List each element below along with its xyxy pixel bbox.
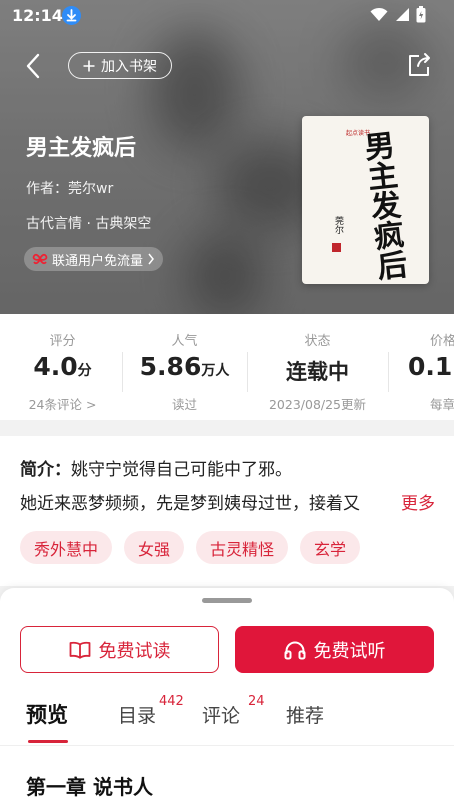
bottom-sheet: 免费试读 免费试听 预览 目录 442 评论 24 推荐 第一章 说书人 — [0, 588, 454, 807]
battery-icon — [416, 6, 426, 27]
stat-value: 0.12 — [408, 352, 454, 381]
tag-chip[interactable]: 女强 — [124, 531, 185, 564]
tag-chip[interactable]: 古灵精怪 — [196, 531, 289, 564]
share-button[interactable] — [406, 52, 432, 78]
book-intro: 简介：姚守宁觉得自己可能中了邪。 她近来恶梦频频，先是梦到姨母过世，接着又 更多… — [0, 436, 454, 586]
intro-text-2: 她近来恶梦频频，先是梦到姨母过世，接着又 — [20, 494, 360, 514]
sheet-drag-handle[interactable] — [202, 598, 252, 603]
status-bar: 12:14 — [0, 0, 454, 34]
add-to-shelf-button[interactable]: 加入书架 — [68, 52, 172, 79]
stat-status: 状态 连载中 2023/08/25更新 — [255, 314, 380, 420]
author-name: 莞尔wr — [68, 181, 114, 197]
free-listen-label: 免费试听 — [313, 640, 386, 662]
intro-line-1: 简介：姚守宁觉得自己可能中了邪。 — [20, 455, 292, 480]
book-author[interactable]: 作者：莞尔wr — [26, 178, 113, 198]
tab-preview[interactable]: 预览 — [26, 699, 68, 729]
cover-author: 莞尔 — [333, 216, 343, 234]
chapter-title: 第一章 说书人 — [26, 775, 153, 799]
add-shelf-label: 加入书架 — [101, 58, 157, 75]
free-listen-button[interactable]: 免费试听 — [235, 626, 434, 673]
chevron-right-icon — [148, 253, 154, 265]
promo-label: 联通用户免流量 — [52, 253, 144, 269]
stat-label: 价格 — [430, 334, 454, 349]
free-read-button[interactable]: 免费试读 — [20, 626, 219, 673]
stat-label: 状态 — [304, 334, 331, 349]
stat-popularity: 人气 5.86万人 读过 — [122, 314, 247, 420]
cover-seal — [332, 243, 341, 252]
cover-title: 男主发疯后 — [357, 129, 408, 282]
wifi-icon — [370, 7, 388, 26]
stat-sub: 2023/08/25更新 — [268, 397, 367, 412]
book-cover[interactable]: 起点读书 男主发疯后 莞尔 — [302, 116, 429, 284]
tag-chip[interactable]: 玄学 — [300, 531, 361, 564]
china-unicom-icon — [32, 253, 48, 265]
stat-value: 5.86万人 — [139, 352, 230, 381]
stat-divider — [247, 352, 248, 392]
tab-divider — [0, 745, 454, 746]
stat-value: 连载中 — [286, 360, 349, 384]
stat-label: 人气 — [171, 334, 198, 349]
headphones-icon — [284, 641, 305, 659]
tag-list: 秀外慧中 女强 古灵精怪 玄学 — [20, 531, 361, 564]
active-tab-indicator — [28, 740, 68, 743]
intro-text-1: 姚守宁觉得自己可能中了邪。 — [71, 460, 292, 480]
share-icon — [409, 53, 430, 76]
plus-icon — [83, 60, 95, 71]
book-title: 男主发疯后 — [26, 136, 137, 161]
intro-label: 简介： — [20, 460, 71, 480]
stat-label: 评分 — [49, 334, 76, 349]
stat-sub: 每章 — [430, 397, 454, 412]
chevron-left-icon — [26, 53, 40, 79]
stat-divider — [388, 352, 389, 392]
free-data-promo[interactable]: 联通用户免流量 — [24, 247, 164, 271]
stat-value: 4.0分 — [33, 352, 92, 381]
intro-more-link[interactable]: 更多 — [379, 489, 435, 514]
stat-price: 价格 0.12 每章 — [408, 314, 454, 420]
back-button[interactable] — [18, 50, 50, 82]
book-open-icon — [69, 641, 90, 659]
book-categories: 古代言情 · 古典架空 — [26, 216, 152, 232]
tab-comments[interactable]: 评论 — [202, 701, 240, 728]
download-icon — [62, 6, 81, 25]
stat-sub: 24条评论 > — [28, 397, 97, 412]
book-stats: 评分 4.0分 24条评论 > 人气 5.86万人 读过 状态 连载中 2023… — [0, 314, 454, 420]
author-prefix: 作者： — [26, 181, 68, 197]
free-read-label: 免费试读 — [98, 640, 171, 662]
stat-sub: 读过 — [171, 397, 197, 412]
signal-icon — [394, 7, 410, 26]
tab-comments-count: 24 — [248, 694, 265, 709]
tag-chip[interactable]: 秀外慧中 — [20, 531, 113, 564]
tab-catalog-count: 442 — [159, 694, 184, 709]
stat-rating[interactable]: 评分 4.0分 24条评论 > — [0, 314, 125, 420]
status-time: 12:14 — [12, 6, 63, 25]
tab-recommend[interactable]: 推荐 — [286, 701, 324, 728]
tab-catalog[interactable]: 目录 — [118, 701, 156, 728]
book-hero: 12:14 加入书架 男主发疯后 作者：莞尔wr 古代言情 · 古典架空 联通用… — [0, 0, 454, 314]
